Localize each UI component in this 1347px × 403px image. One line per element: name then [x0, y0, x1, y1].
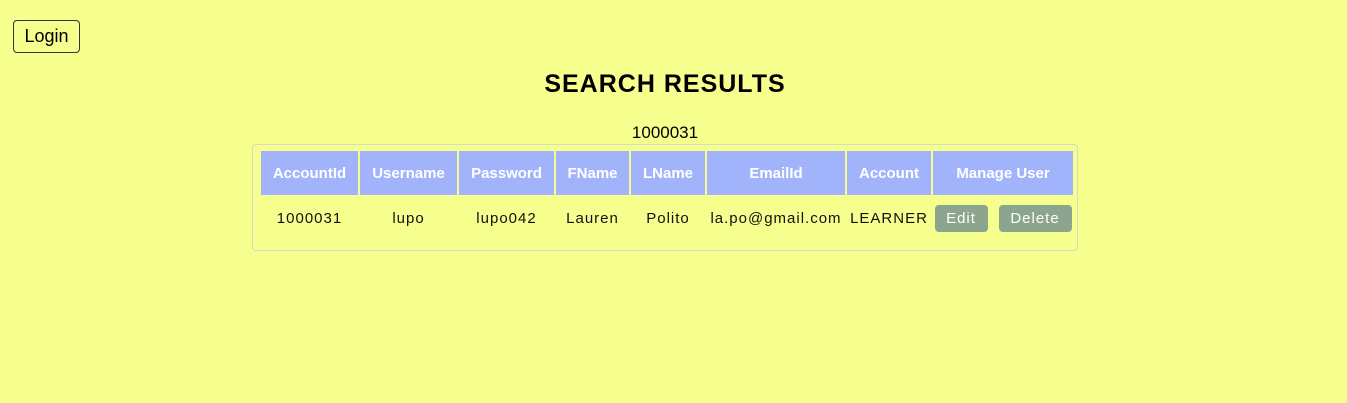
cell-emailid: la.po@gmail.com: [710, 210, 842, 227]
table-row: 1000031 lupo lupo042 Lauren Polito la.po…: [261, 195, 1073, 242]
results-table: AccountId Username Password FName LName …: [259, 151, 1075, 242]
column-header-lname: LName: [631, 151, 705, 195]
cell-username: lupo: [392, 210, 425, 227]
results-panel: AccountId Username Password FName LName …: [252, 144, 1078, 251]
column-header-username: Username: [360, 151, 457, 195]
cell-lname: Polito: [646, 210, 690, 227]
cell-account: LEARNER: [850, 210, 928, 227]
cell-password: lupo042: [476, 210, 537, 227]
cell-fname: Lauren: [566, 210, 619, 227]
column-header-accountid: AccountId: [261, 151, 358, 195]
page-title: SEARCH RESULTS: [544, 70, 786, 98]
column-header-manage-user: Manage User: [933, 151, 1073, 195]
cell-accountid: 1000031: [276, 210, 343, 227]
delete-button[interactable]: Delete: [998, 205, 1072, 232]
login-button[interactable]: Login: [13, 20, 80, 53]
edit-button[interactable]: Edit: [934, 205, 988, 232]
table-header-row: AccountId Username Password FName LName …: [261, 151, 1073, 195]
column-header-password: Password: [459, 151, 554, 195]
cell-manage-user: Edit Delete: [933, 195, 1073, 242]
column-header-emailid: EmailId: [707, 151, 845, 195]
column-header-account: Account: [847, 151, 931, 195]
search-query-text: 1000031: [631, 123, 699, 142]
column-header-fname: FName: [556, 151, 629, 195]
